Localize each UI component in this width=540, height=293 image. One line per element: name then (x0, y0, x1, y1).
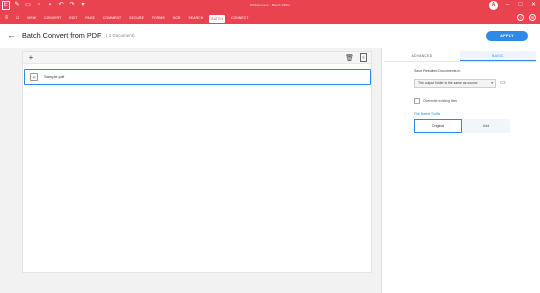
file-row[interactable]: ▤ Sample.pdf (24, 69, 371, 85)
menu-connect[interactable]: CONNECT (229, 12, 250, 24)
title-bar: E ✎ ▭ ▫ ▪ ↶ ↷ ▾ PDFelement - Batch PDFs … (0, 0, 540, 12)
file-pane: + 🗑 ≡ ▤ Sample.pdf (0, 48, 381, 293)
minimize-icon[interactable]: – (504, 1, 511, 10)
menu-view[interactable]: VIEW (25, 12, 38, 24)
settings-icon[interactable]: ⚙ (529, 14, 536, 21)
close-icon[interactable]: ✕ (530, 1, 537, 10)
file-name: Sample.pdf (44, 74, 65, 79)
title-bar-right: A – □ ✕ (489, 1, 537, 10)
menu-right: ? ⚙ (517, 14, 536, 21)
segment-original[interactable]: Original (414, 119, 462, 133)
back-arrow-icon[interactable]: ← (7, 30, 16, 40)
segment-add[interactable]: Add (462, 119, 510, 133)
menu-comment[interactable]: COMMENT (101, 12, 123, 24)
app-title: PDFelement - Batch PDFs (250, 3, 290, 7)
help-icon[interactable]: ? (517, 14, 524, 21)
pdf-file-icon: ▤ (30, 73, 38, 81)
page-header: ← Batch Convert from PDF ( 1 Document) A… (0, 24, 540, 48)
overwrite-checkbox[interactable] (414, 98, 420, 104)
maximize-icon[interactable]: □ (517, 1, 524, 10)
menu-page[interactable]: PAGE (83, 12, 97, 24)
hamburger-icon[interactable]: ≡ (3, 15, 10, 21)
add-file-icon[interactable]: + (27, 54, 35, 62)
save-location-label: Save Resulted Documents in (414, 69, 461, 73)
menu-edit[interactable]: EDIT (67, 12, 79, 24)
home-icon[interactable]: ⌂ (14, 15, 21, 21)
folder-icon[interactable]: ▭ (500, 79, 506, 86)
menu-forms[interactable]: FORMS (150, 12, 167, 24)
tab-basic[interactable]: BASIC (460, 51, 536, 61)
chevron-down-icon: ▾ (491, 81, 493, 85)
menu-search[interactable]: SEARCH (187, 12, 206, 24)
tab-advanced[interactable]: ADVANCED (384, 51, 460, 61)
overwrite-label: Overwrite existing files (423, 99, 457, 103)
settings-panel: ADVANCED BASIC Save Resulted Documents i… (381, 48, 540, 293)
avatar[interactable]: A (489, 1, 498, 10)
menu-items: ≡ ⌂ VIEW CONVERT EDIT PAGE COMMENT SECUR… (3, 12, 251, 24)
suffix-label: File Name Suffix (414, 112, 441, 116)
file-list: + 🗑 ≡ ▤ Sample.pdf (22, 51, 372, 273)
suffix-segmented-control: Original Add (414, 119, 510, 133)
menu-convert[interactable]: CONVERT (42, 12, 63, 24)
document-count: ( 1 Document) (106, 33, 135, 38)
menu-batch[interactable]: BATCH (209, 15, 226, 23)
clear-list-icon[interactable]: ≡ (360, 53, 367, 62)
output-folder-select[interactable]: The output folder is the same as source … (414, 79, 496, 88)
page-title: Batch Convert from PDF (22, 31, 102, 40)
settings-tabs: ADVANCED BASIC (384, 51, 536, 62)
menu-bar: ≡ ⌂ VIEW CONVERT EDIT PAGE COMMENT SECUR… (0, 12, 540, 24)
trash-icon[interactable]: 🗑 (345, 54, 354, 62)
menu-secure[interactable]: SECURE (127, 12, 146, 24)
output-folder-value: The output folder is the same as source (418, 81, 478, 85)
list-toolbar: + 🗑 ≡ (23, 52, 371, 64)
menu-ocr[interactable]: OCR (171, 12, 183, 24)
apply-button[interactable]: APPLY (486, 31, 528, 41)
